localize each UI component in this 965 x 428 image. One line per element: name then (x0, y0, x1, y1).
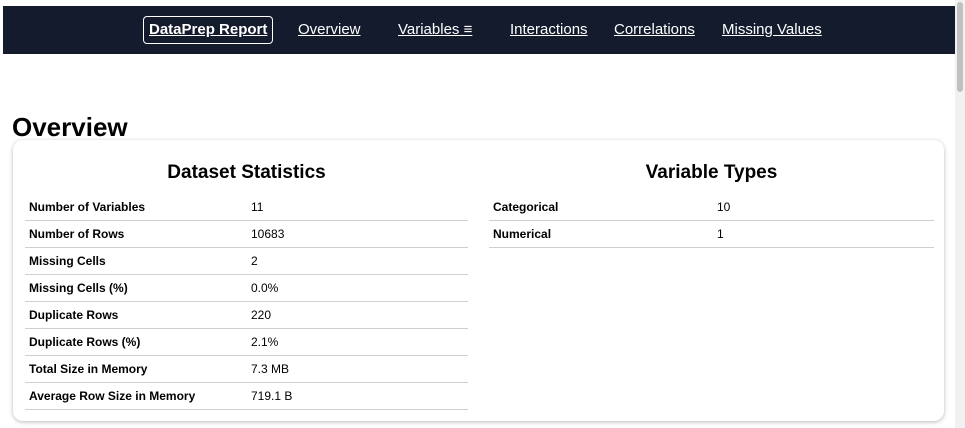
row-label: Missing Cells (%) (25, 274, 251, 302)
nav-link-missing-values[interactable]: Missing Values (722, 6, 822, 54)
report-page: DataPrep Report Overview Variables ≡ Int… (0, 0, 965, 428)
scrollbar-thumb[interactable] (957, 2, 963, 92)
table-row: Total Size in Memory 7.3 MB (25, 355, 468, 383)
table-row: Number of Variables 11 (25, 194, 468, 221)
overview-heading: Overview (12, 112, 128, 142)
row-value: 1 (717, 220, 934, 248)
row-label: Number of Variables (25, 194, 251, 221)
top-navbar: DataPrep Report Overview Variables ≡ Int… (3, 6, 955, 54)
row-value: 7.3 MB (251, 355, 468, 383)
table-row: Number of Rows 10683 (25, 220, 468, 248)
row-label: Average Row Size in Memory (25, 382, 251, 410)
row-label: Duplicate Rows (%) (25, 328, 251, 356)
row-value: 10683 (251, 220, 468, 248)
nav-link-interactions[interactable]: Interactions (510, 6, 588, 54)
table-row: Numerical 1 (489, 220, 934, 248)
row-value: 719.1 B (251, 382, 468, 410)
row-label: Numerical (489, 220, 717, 248)
nav-link-variables[interactable]: Variables ≡ (398, 6, 472, 54)
dataset-statistics-title: Dataset Statistics (167, 162, 326, 183)
table-row: Duplicate Rows (%) 2.1% (25, 328, 468, 356)
row-label: Number of Rows (25, 220, 251, 248)
table-row: Missing Cells (%) 0.0% (25, 274, 468, 302)
row-label: Categorical (489, 194, 717, 221)
table-row: Missing Cells 2 (25, 247, 468, 275)
variable-types-title: Variable Types (645, 162, 778, 183)
table-row: Duplicate Rows 220 (25, 301, 468, 329)
row-value: 0.0% (251, 274, 468, 302)
brand-link[interactable]: DataPrep Report (143, 16, 274, 44)
overview-card: Dataset Statistics Number of Variables 11… (13, 140, 944, 421)
row-value: 2.1% (251, 328, 468, 356)
nav-link-correlations[interactable]: Correlations (614, 6, 695, 54)
row-value: 11 (251, 194, 468, 221)
variable-types-table: Categorical 10 Numerical 1 (489, 194, 934, 248)
row-label: Duplicate Rows (25, 301, 251, 329)
row-label: Missing Cells (25, 247, 251, 275)
row-label: Total Size in Memory (25, 355, 251, 383)
dataset-statistics-table: Number of Variables 11 Number of Rows 10683… (25, 194, 468, 410)
table-row: Average Row Size in Memory 719.1 B (25, 382, 468, 410)
row-value: 2 (251, 247, 468, 275)
vertical-scrollbar[interactable] (955, 0, 965, 428)
row-value: 220 (251, 301, 468, 329)
table-row: Categorical 10 (489, 194, 934, 221)
row-value: 10 (717, 194, 934, 221)
nav-link-overview[interactable]: Overview (298, 6, 361, 54)
